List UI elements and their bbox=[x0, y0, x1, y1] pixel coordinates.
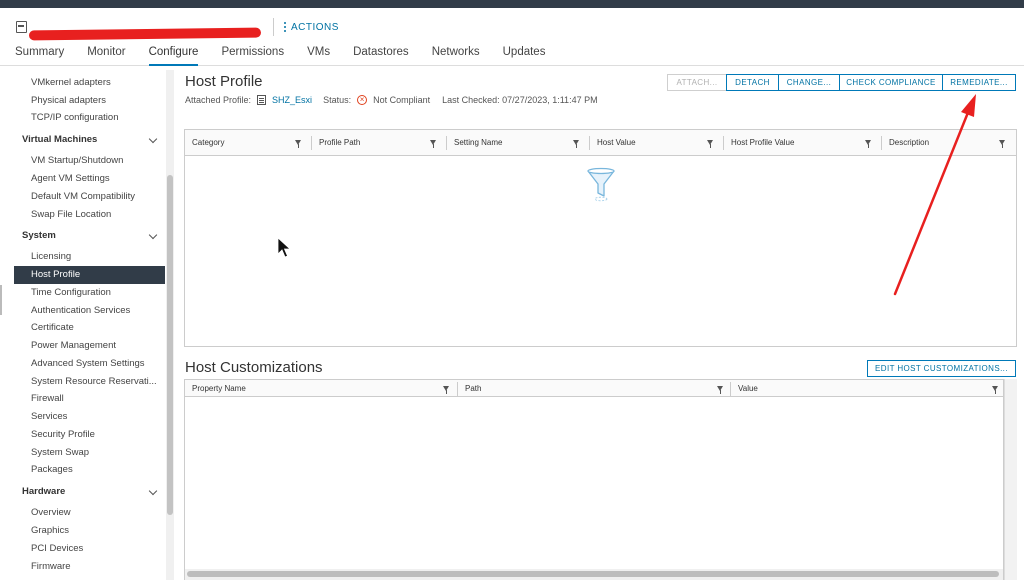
host-customizations-grid-header: Property Name Path Value bbox=[185, 380, 1003, 397]
sidebar-item-pci-devices[interactable]: PCI Devices bbox=[14, 540, 165, 558]
configure-sidebar: VMkernel adapters Physical adapters TCP/… bbox=[14, 70, 166, 580]
not-compliant-icon: × bbox=[357, 95, 368, 105]
filter-icon[interactable] bbox=[295, 140, 301, 148]
tab-updates[interactable]: Updates bbox=[503, 44, 546, 66]
sidebar-item-advanced-system-settings[interactable]: Advanced System Settings bbox=[14, 355, 165, 373]
host-profile-info: Attached Profile: SHZ_Esxi Status: × Not… bbox=[185, 95, 598, 105]
check-compliance-button[interactable]: CHECK COMPLIANCE bbox=[839, 74, 943, 91]
sidebar-group-system[interactable]: System bbox=[14, 227, 165, 245]
column-header-path[interactable]: Path bbox=[458, 380, 731, 397]
filter-icon[interactable] bbox=[430, 140, 436, 148]
actions-menu[interactable]: ACTIONS bbox=[284, 22, 339, 33]
detach-button[interactable]: DETACH bbox=[726, 74, 779, 91]
actions-label: ACTIONS bbox=[291, 21, 339, 33]
panel-resize-handle[interactable] bbox=[0, 285, 4, 315]
mouse-cursor-icon bbox=[277, 237, 292, 258]
sidebar-item-services[interactable]: Services bbox=[14, 408, 165, 426]
column-header-value[interactable]: Value bbox=[731, 380, 1003, 397]
sidebar-item-default-vm-compatibility[interactable]: Default VM Compatibility bbox=[14, 188, 165, 206]
sidebar-item-security-profile[interactable]: Security Profile bbox=[14, 426, 165, 444]
tab-networks[interactable]: Networks bbox=[432, 44, 480, 66]
sidebar-item-vm-startup-shutdown[interactable]: VM Startup/Shutdown bbox=[14, 152, 165, 170]
tab-summary[interactable]: Summary bbox=[15, 44, 64, 66]
sidebar-item-certificate[interactable]: Certificate bbox=[14, 319, 165, 337]
header-divider bbox=[273, 18, 274, 36]
column-header-host-profile-value[interactable]: Host Profile Value bbox=[724, 130, 882, 156]
sidebar-item-overview[interactable]: Overview bbox=[14, 504, 165, 522]
compliance-grid: Category Profile Path Setting Name Host … bbox=[184, 129, 1017, 347]
object-header: ACTIONS bbox=[16, 16, 339, 41]
status-value: Not Compliant bbox=[373, 95, 431, 105]
sidebar-item-system-swap[interactable]: System Swap bbox=[14, 444, 165, 462]
column-header-profile-path[interactable]: Profile Path bbox=[312, 130, 447, 156]
compliance-grid-header: Category Profile Path Setting Name Host … bbox=[185, 130, 1016, 156]
sidebar-item-tcpip-configuration[interactable]: TCP/IP configuration bbox=[14, 109, 165, 127]
chevron-down-icon bbox=[148, 230, 158, 240]
sidebar-item-swap-file-location[interactable]: Swap File Location bbox=[14, 206, 165, 224]
column-header-host-value[interactable]: Host Value bbox=[590, 130, 724, 156]
host-customizations-grid: Property Name Path Value bbox=[184, 379, 1004, 580]
last-checked-value: 07/27/2023, 1:11:47 PM bbox=[502, 95, 598, 105]
status-label: Status: bbox=[323, 95, 352, 105]
sidebar-group-label: Hardware bbox=[22, 486, 66, 497]
vertical-dots-icon bbox=[284, 22, 286, 32]
filter-icon[interactable] bbox=[443, 386, 449, 394]
sidebar-item-time-configuration[interactable]: Time Configuration bbox=[14, 284, 165, 302]
sidebar-item-firewall[interactable]: Firewall bbox=[14, 390, 165, 408]
grid-vertical-scrollbar[interactable] bbox=[1004, 379, 1017, 580]
attached-profile-label: Attached Profile: bbox=[185, 95, 252, 105]
top-bar bbox=[0, 0, 1024, 8]
empty-state-funnel-icon bbox=[587, 167, 615, 202]
filter-icon[interactable] bbox=[707, 140, 713, 148]
redaction-mark bbox=[28, 27, 262, 41]
sidebar-item-authentication-services[interactable]: Authentication Services bbox=[14, 302, 165, 320]
sidebar-item-firmware[interactable]: Firmware bbox=[14, 558, 165, 576]
attached-profile-link[interactable]: SHZ_Esxi bbox=[272, 95, 312, 105]
chevron-down-icon bbox=[148, 134, 158, 144]
sidebar-item-physical-adapters[interactable]: Physical adapters bbox=[14, 92, 165, 110]
profile-icon bbox=[257, 95, 267, 105]
filter-icon[interactable] bbox=[865, 140, 871, 148]
sidebar-item-licensing[interactable]: Licensing bbox=[14, 248, 165, 266]
tab-bar: Summary Monitor Configure Permissions VM… bbox=[0, 44, 1024, 66]
sidebar-scrollbar-thumb[interactable] bbox=[167, 175, 173, 515]
host-icon bbox=[16, 21, 27, 33]
sidebar-item-packages[interactable]: Packages bbox=[14, 461, 165, 479]
column-header-description[interactable]: Description bbox=[882, 130, 1016, 156]
attach-button[interactable]: ATTACH... bbox=[667, 74, 727, 91]
tab-datastores[interactable]: Datastores bbox=[353, 44, 409, 66]
sidebar-group-label: System bbox=[22, 230, 56, 241]
tab-vms[interactable]: VMs bbox=[307, 44, 330, 66]
column-header-category[interactable]: Category bbox=[185, 130, 312, 156]
sidebar-item-power-management[interactable]: Power Management bbox=[14, 337, 165, 355]
host-profile-button-group: ATTACH... DETACH CHANGE... CHECK COMPLIA… bbox=[667, 74, 1016, 91]
column-header-setting-name[interactable]: Setting Name bbox=[447, 130, 590, 156]
tab-configure[interactable]: Configure bbox=[148, 44, 199, 66]
host-profile-title: Host Profile bbox=[185, 73, 263, 90]
sidebar-item-agent-vm-settings[interactable]: Agent VM Settings bbox=[14, 170, 165, 188]
column-header-property-name[interactable]: Property Name bbox=[185, 380, 458, 397]
filter-icon[interactable] bbox=[573, 140, 579, 148]
sidebar-item-host-profile[interactable]: Host Profile bbox=[14, 266, 165, 284]
sidebar-group-hardware[interactable]: Hardware bbox=[14, 483, 165, 501]
remediate-button[interactable]: REMEDIATE... bbox=[942, 74, 1016, 91]
chevron-down-icon bbox=[148, 486, 158, 496]
sidebar-item-system-resource-reservation[interactable]: System Resource Reservati... bbox=[14, 373, 165, 391]
host-customizations-title: Host Customizations bbox=[185, 359, 323, 376]
last-checked-label: Last Checked: bbox=[442, 95, 500, 105]
filter-icon[interactable] bbox=[992, 386, 998, 394]
sidebar-item-graphics[interactable]: Graphics bbox=[14, 522, 165, 540]
sidebar-group-virtual-machines[interactable]: Virtual Machines bbox=[14, 131, 165, 149]
sidebar-group-label: Virtual Machines bbox=[22, 134, 98, 145]
sidebar-item-vmkernel-adapters[interactable]: VMkernel adapters bbox=[14, 74, 165, 92]
grid-horizontal-scrollbar-thumb[interactable] bbox=[187, 571, 999, 577]
filter-icon[interactable] bbox=[999, 140, 1005, 148]
tab-monitor[interactable]: Monitor bbox=[87, 44, 125, 66]
edit-host-customizations-button[interactable]: EDIT HOST CUSTOMIZATIONS... bbox=[867, 360, 1016, 377]
change-button[interactable]: CHANGE... bbox=[778, 74, 840, 91]
tab-permissions[interactable]: Permissions bbox=[221, 44, 284, 66]
filter-icon[interactable] bbox=[717, 386, 723, 394]
